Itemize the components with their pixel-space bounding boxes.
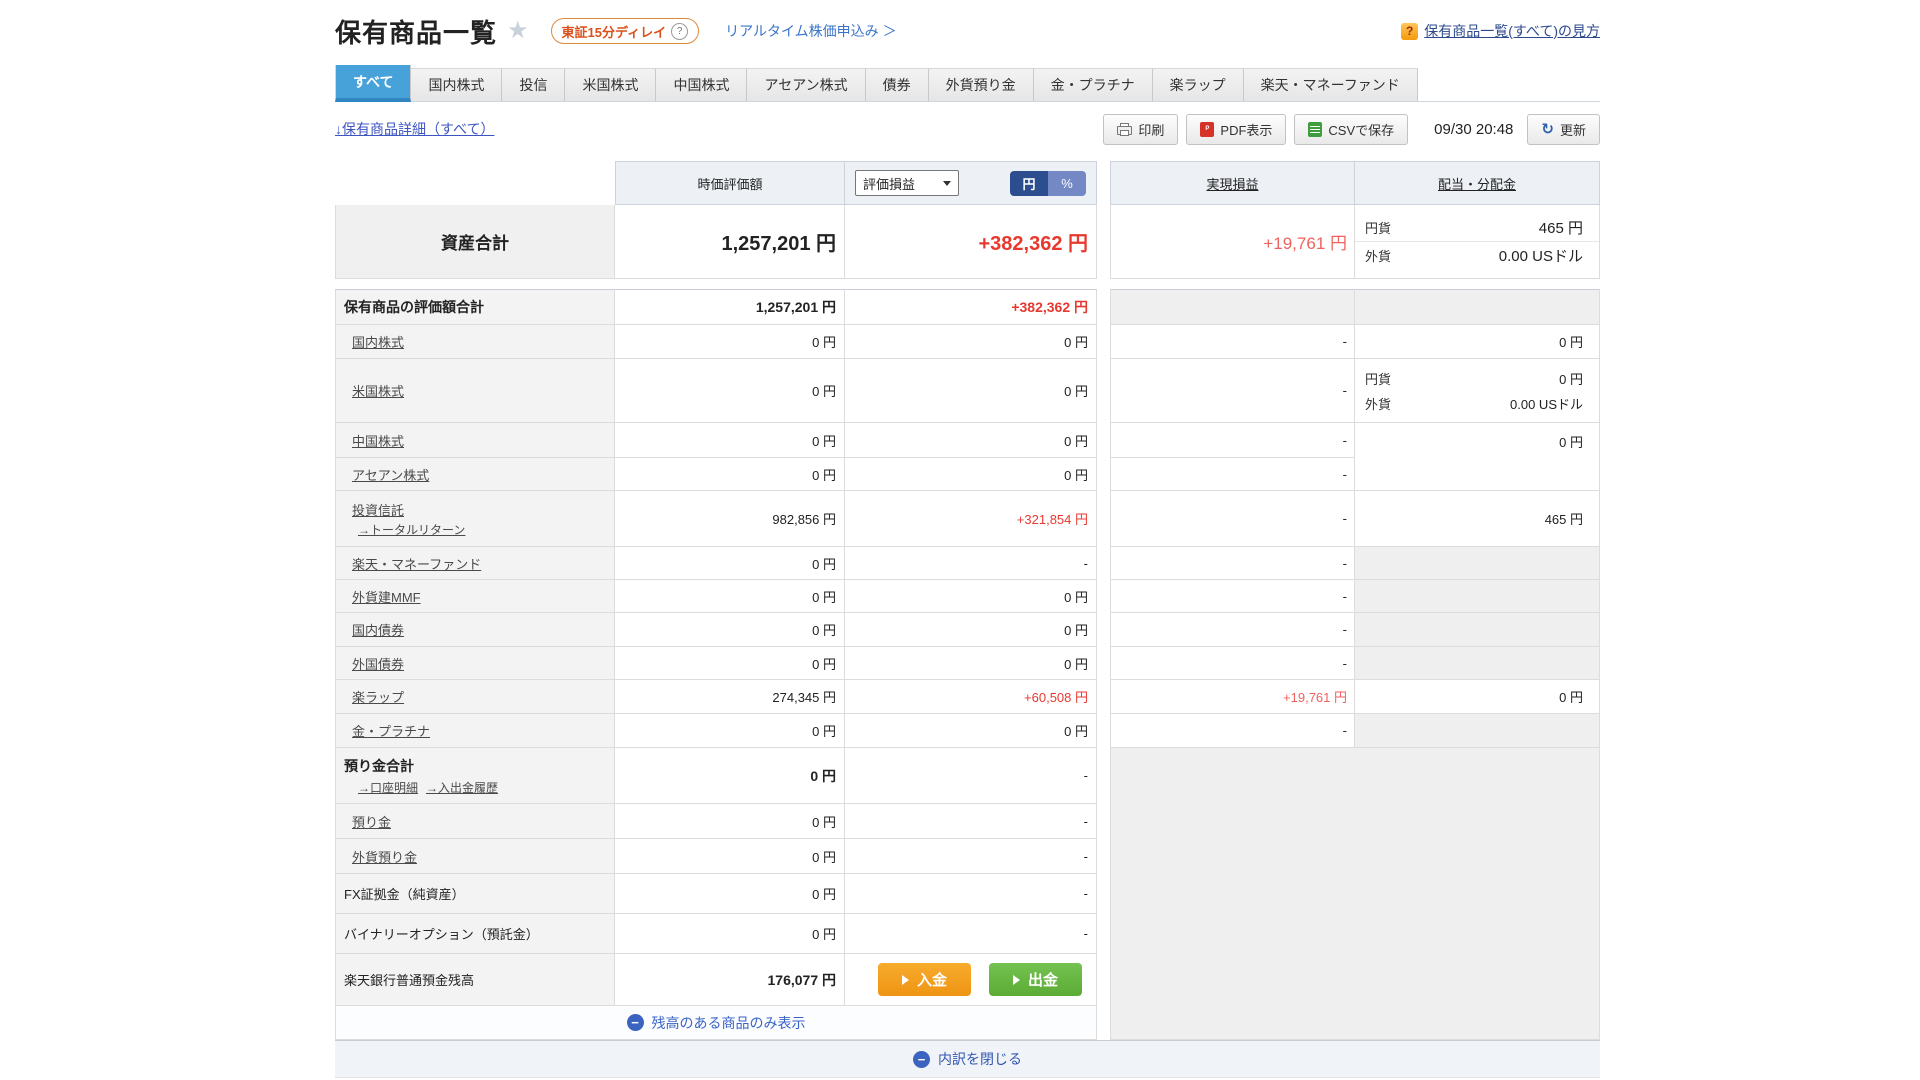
print-button[interactable]: 印刷 <box>1103 114 1178 145</box>
table-row: 国内株式0 円0 円 <box>335 325 1097 359</box>
table-row: 楽ラップ274,345 円+60,508 円 <box>335 680 1097 714</box>
tab-rakuwrap[interactable]: 楽ラップ <box>1153 68 1244 101</box>
minus-circle-icon: − <box>627 1014 644 1031</box>
rakuten-bank-balance-value: 176,077 円 <box>615 954 845 1006</box>
deposit-button[interactable]: 入金 <box>878 963 971 996</box>
total-market-value: 1,257,201 円 <box>615 205 845 279</box>
right-block-empty-area <box>1110 748 1600 1040</box>
favorite-star-icon[interactable]: ★ <box>507 16 529 45</box>
show-balance-only-toggle[interactable]: − 残高のある商品のみ表示 <box>335 1006 1097 1040</box>
holding-row-link[interactable]: 金・プラチナ <box>352 721 430 740</box>
col-header-realized-pl[interactable]: 実現損益 <box>1206 174 1258 193</box>
col-header-dividend[interactable]: 配当・分配金 <box>1438 174 1516 193</box>
tab-china-stock[interactable]: 中国株式 <box>656 68 747 101</box>
total-return-link[interactable]: →トータルリターン <box>358 521 465 538</box>
tab-rakuten-money-fund[interactable]: 楽天・マネーファンド <box>1244 68 1418 101</box>
table-row: 保有商品の評価額合計1,257,201 円+382,362 円 <box>335 289 1097 325</box>
table-row: 預り金合計 →口座明細 →入出金履歴 0 円 - <box>335 748 1097 804</box>
toggle-yen-button[interactable]: 円 <box>1010 171 1048 196</box>
delay-help-icon[interactable]: ? <box>671 23 688 40</box>
csv-icon <box>1308 122 1322 137</box>
last-updated-timestamp: 09/30 20:48 <box>1434 121 1513 138</box>
account-detail-link[interactable]: →口座明細 <box>358 779 418 796</box>
table-row: 楽天銀行普通預金残高 176,077 円 入金 出金 <box>335 954 1097 1006</box>
table-row: 外国債券0 円0 円 <box>335 647 1097 680</box>
realtime-quote-link[interactable]: リアルタイム株価申込み ＞ <box>725 21 896 41</box>
csv-save-button[interactable]: CSVで保存 <box>1294 114 1408 145</box>
yen-percent-toggle: 円 % <box>1010 171 1086 196</box>
tab-gold-platinum[interactable]: 金・プラチナ <box>1034 68 1153 101</box>
total-assets-row: 資産合計 1,257,201 円 +382,362 円 <box>335 205 1097 279</box>
pdf-icon: P <box>1200 122 1214 137</box>
holding-row-link[interactable]: アセアン株式 <box>352 465 429 484</box>
holding-row-link[interactable]: 国内株式 <box>352 332 404 351</box>
holding-row-link[interactable]: 預り金 <box>352 812 391 831</box>
holding-row-link[interactable]: 中国株式 <box>352 431 404 450</box>
table-row: 投資信託 →トータルリターン 982,856 円 +321,854 円 <box>335 491 1097 547</box>
col-header-market-value: 時価評価額 <box>615 161 845 205</box>
table-row: 国内債券0 円0 円 <box>335 613 1097 647</box>
pdf-button[interactable]: P PDF表示 <box>1186 114 1286 145</box>
rakuten-bank-balance-label: 楽天銀行普通預金残高 <box>335 954 615 1006</box>
table-row: 中国株式0 円0 円 <box>335 423 1097 458</box>
printer-icon <box>1117 123 1132 136</box>
table-row: 楽天・マネーファンド0 円- <box>335 547 1097 580</box>
table-row: 外貨預り金0 円- <box>335 839 1097 874</box>
delay-badge-label: 東証15分ディレイ <box>562 22 667 41</box>
tab-bond[interactable]: 債券 <box>866 68 929 101</box>
tab-fund[interactable]: 投信 <box>502 68 565 101</box>
page-title: 保有商品一覧 <box>335 13 497 50</box>
holding-row-link[interactable]: 外国債券 <box>352 654 404 673</box>
table-row: 金・プラチナ0 円0 円 <box>335 714 1097 748</box>
play-icon <box>902 975 909 985</box>
binary-option-label: バイナリーオプション（預託金） <box>335 914 615 954</box>
tab-us-stock[interactable]: 米国株式 <box>565 68 656 101</box>
holding-row-link[interactable]: 外貨預り金 <box>352 847 417 866</box>
total-realized-pl: +19,761 円 <box>1110 205 1355 279</box>
withdraw-button[interactable]: 出金 <box>989 963 1082 996</box>
holding-row-link[interactable]: 国内債券 <box>352 620 404 639</box>
refresh-button[interactable]: ↻ 更新 <box>1527 114 1600 145</box>
holdings-detail-link[interactable]: ↓保有商品詳細（すべて） <box>335 119 494 139</box>
guide-link[interactable]: 保有商品一覧(すべて)の見方 <box>1424 21 1600 41</box>
toggle-percent-button[interactable]: % <box>1048 171 1086 196</box>
holding-row-link[interactable]: 楽天・マネーファンド <box>352 554 481 573</box>
tab-all[interactable]: すべて <box>335 65 411 102</box>
close-breakdown-toggle[interactable]: − 内訳を閉じる <box>335 1040 1600 1078</box>
deposit-total-label: 預り金合計 <box>344 756 414 776</box>
total-dividend-cell: 円貨465 円 外貨0.00 USドル <box>1355 205 1600 279</box>
table-row: バイナリーオプション（預託金）0 円- <box>335 914 1097 954</box>
table-row: FX証拠金（純資産）0 円- <box>335 874 1097 914</box>
total-assets-label: 資産合計 <box>335 205 615 279</box>
delay-badge: 東証15分ディレイ ? <box>551 18 700 44</box>
category-tabs: すべて 国内株式 投信 米国株式 中国株式 アセアン株式 債券 外貨預り金 金・… <box>335 65 1600 102</box>
minus-circle-icon: − <box>913 1051 930 1068</box>
page-header: 保有商品一覧 ★ 東証15分ディレイ ? リアルタイム株価申込み ＞ ? 保有商… <box>335 10 1600 52</box>
holding-row-link[interactable]: 投資信託 <box>352 500 404 519</box>
tab-domestic-stock[interactable]: 国内株式 <box>411 68 502 101</box>
total-pl: +382,362 円 <box>845 205 1097 279</box>
page-content: 保有商品一覧 ★ 東証15分ディレイ ? リアルタイム株価申込み ＞ ? 保有商… <box>335 10 1600 1078</box>
toolbar: ↓保有商品詳細（すべて） 印刷 P PDF表示 CSVで保存 09/30 20:… <box>335 113 1600 145</box>
refresh-icon: ↻ <box>1541 122 1554 137</box>
holdings-table: 時価評価額 評価損益 円 % 資産合計 1,257,201 円 +382,362… <box>335 161 1600 1040</box>
table-row: アセアン株式0 円0 円 <box>335 458 1097 491</box>
tab-foreign-currency-deposit[interactable]: 外貨預り金 <box>929 68 1034 101</box>
chevron-down-icon <box>943 181 951 186</box>
play-icon <box>1013 975 1020 985</box>
holding-row-link[interactable]: 外貨建MMF <box>352 587 421 606</box>
table-row: 外貨建MMF0 円0 円 <box>335 580 1097 613</box>
tab-asean-stock[interactable]: アセアン株式 <box>747 68 865 101</box>
table-row: 米国株式0 円0 円 <box>335 359 1097 423</box>
cashflow-history-link[interactable]: →入出金履歴 <box>426 779 498 796</box>
holding-row-link[interactable]: 米国株式 <box>352 381 404 400</box>
help-icon[interactable]: ? <box>1401 23 1418 40</box>
pl-metric-select[interactable]: 評価損益 <box>855 170 959 196</box>
fx-margin-label: FX証拠金（純資産） <box>335 874 615 914</box>
holding-row-link[interactable]: 楽ラップ <box>352 687 404 706</box>
table-row: 預り金0 円- <box>335 804 1097 839</box>
